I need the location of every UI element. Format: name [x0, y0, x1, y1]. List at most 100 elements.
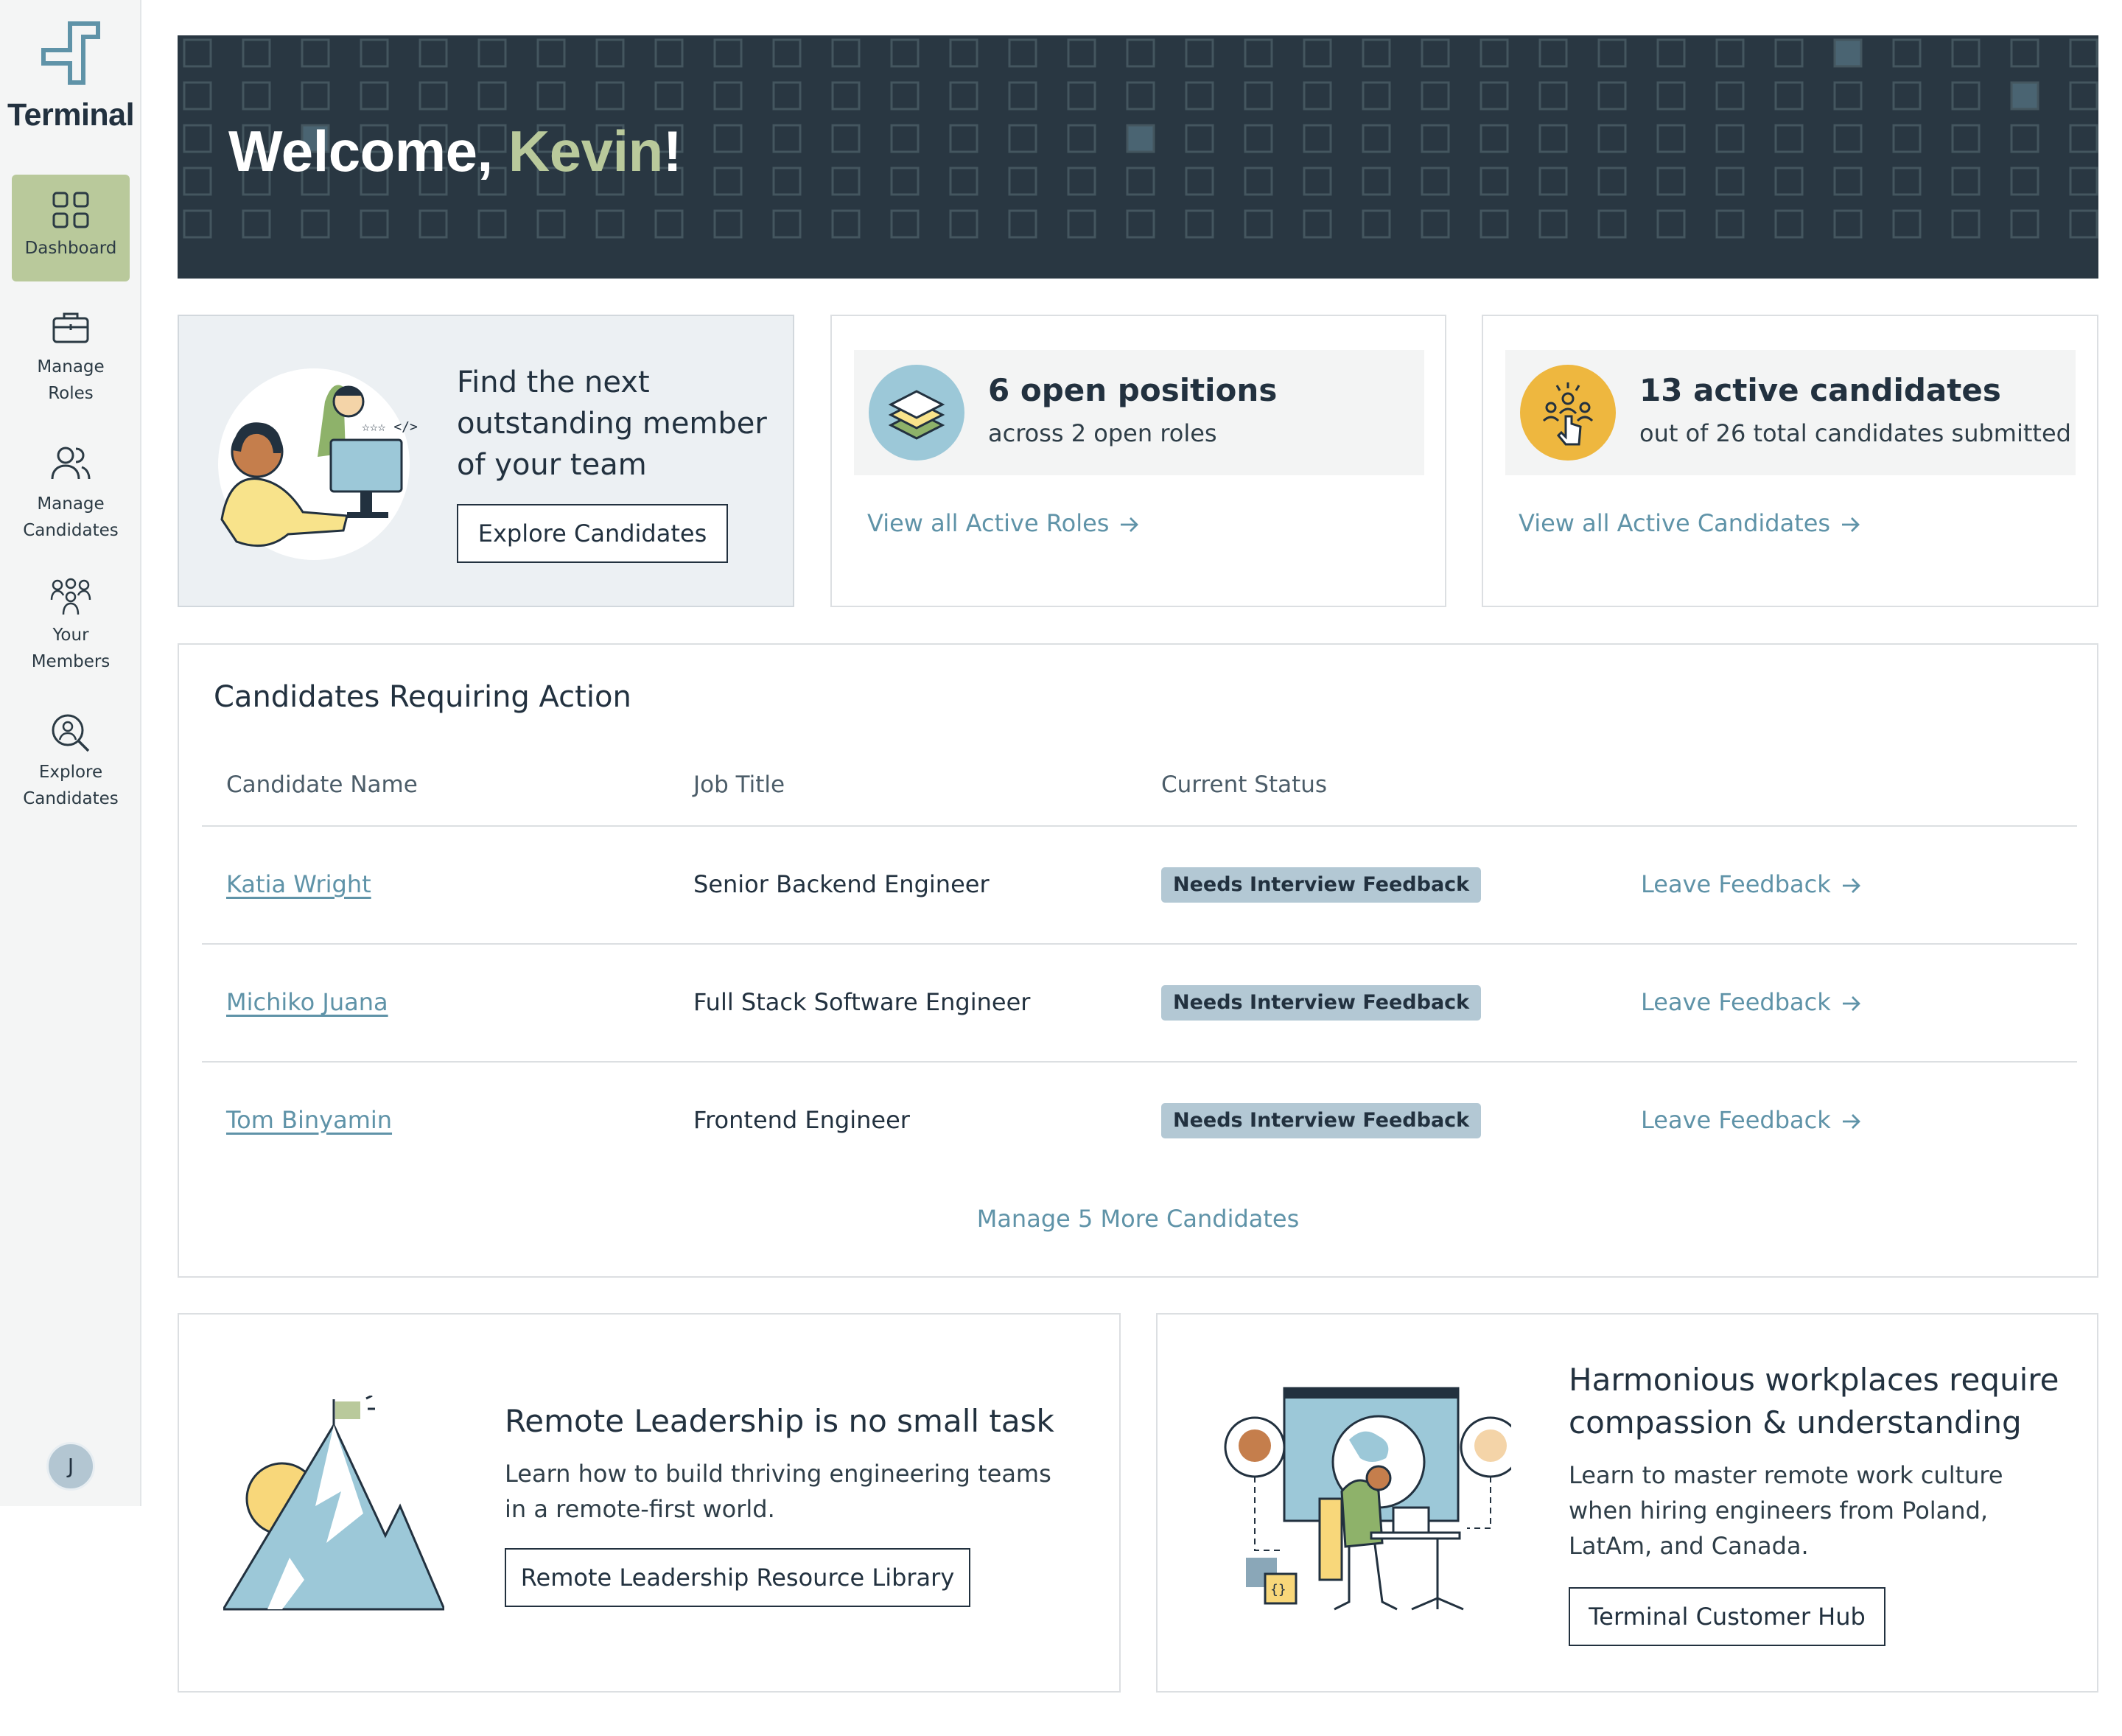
table-divider	[202, 943, 2077, 945]
leave-feedback-link[interactable]: Leave Feedback	[1641, 988, 1862, 1016]
sidebar-item-manage-candidates[interactable]: Manage Candidates	[12, 445, 130, 548]
candidate-name-link[interactable]: Tom Binyamin	[226, 1106, 392, 1134]
members-icon	[50, 578, 91, 615]
hero-pattern-square	[1067, 167, 1096, 196]
hero-pattern-square	[242, 81, 271, 111]
customer-hub-button[interactable]: Terminal Customer Hub	[1569, 1587, 1885, 1646]
hero-pattern-square	[2010, 209, 2039, 239]
hero-pattern-square	[1067, 38, 1096, 68]
users-icon	[51, 447, 91, 480]
hero-pattern-square	[772, 124, 802, 153]
hero-pattern-square	[1774, 209, 1804, 239]
hero-pattern-square	[1951, 81, 1981, 111]
status-badge: Needs Interview Feedback	[1161, 1103, 1482, 1138]
hero-pattern-square	[1892, 81, 1922, 111]
manage-more-candidates-link[interactable]: Manage 5 More Candidates	[179, 1205, 2097, 1233]
hero-pattern-square	[1008, 124, 1037, 153]
status-badge: Needs Interview Feedback	[1161, 867, 1482, 903]
hero-pattern-square	[1421, 124, 1450, 153]
hero-pattern-square	[1362, 81, 1391, 111]
hero-pattern-square	[1067, 81, 1096, 111]
hero-pattern-square	[1008, 38, 1037, 68]
welcome-greeting: Welcome,	[228, 119, 508, 183]
mountain-flag-illustration	[223, 1396, 444, 1611]
sidebar-item-label: Dashboard	[24, 239, 117, 258]
hero-pattern-square	[1833, 81, 1863, 111]
leave-feedback-link[interactable]: Leave Feedback	[1641, 1106, 1862, 1134]
hero-pattern-square	[713, 167, 743, 196]
hero-pattern-square	[1421, 209, 1450, 239]
hero-pattern-square	[1421, 167, 1450, 196]
hero-pattern-square	[1715, 209, 1745, 239]
hero-pattern-square	[477, 81, 507, 111]
hero-pattern-square	[2010, 167, 2039, 196]
sidebar-item-explore-candidates[interactable]: Explore Candidates	[12, 713, 130, 816]
logo[interactable]: Terminal	[0, 21, 141, 133]
arrow-right-icon	[1842, 1114, 1860, 1129]
hero-pattern-square	[1303, 167, 1332, 196]
hero-pattern-square	[831, 38, 861, 68]
hero-pattern-square	[242, 209, 271, 239]
hero-pattern-square	[301, 209, 330, 239]
hero-pattern-square	[1597, 38, 1627, 68]
candidate-name-link[interactable]: Michiko Juana	[226, 988, 388, 1016]
explore-candidates-button[interactable]: Explore Candidates	[457, 504, 728, 563]
hero-pattern-square	[1244, 38, 1273, 68]
hero-pattern-square	[1185, 81, 1214, 111]
hero-pattern-square	[1244, 167, 1273, 196]
hero-pattern-square	[654, 81, 684, 111]
open-positions-summary: 6 open positions across 2 open roles	[854, 350, 1424, 475]
leave-feedback-link[interactable]: Leave Feedback	[1641, 870, 1862, 898]
hero-pattern-square	[1480, 124, 1509, 153]
user-avatar[interactable]: J	[46, 1442, 95, 1491]
column-header-current-status: Current Status	[1161, 771, 1328, 798]
hero-pattern-square	[1774, 124, 1804, 153]
hero-pattern-square	[183, 209, 212, 239]
hero-pattern-square	[1480, 167, 1509, 196]
hero-pattern-square	[1480, 38, 1509, 68]
hero-pattern-square	[1421, 38, 1450, 68]
promo-heading: Find the next outstanding member of your…	[457, 365, 767, 482]
table-title: Candidates Requiring Action	[214, 680, 631, 714]
hero-pattern-square	[360, 81, 389, 111]
hero-pattern-square	[1774, 81, 1804, 111]
hero-pattern-square	[536, 38, 566, 68]
dashboard-grid-icon	[52, 192, 89, 228]
hero-pattern-square	[536, 81, 566, 111]
svg-text:☆☆☆ </>: ☆☆☆ </>	[362, 419, 418, 435]
sidebar: Terminal Dashboard Manage Roles Manage C…	[0, 0, 141, 1506]
hero-pattern-square	[772, 81, 802, 111]
resource-description: Learn to master remote work culture when…	[1569, 1461, 2003, 1560]
search-person-icon	[52, 714, 90, 752]
hero-pattern-square	[1715, 124, 1745, 153]
remote-leadership-library-button[interactable]: Remote Leadership Resource Library	[505, 1548, 970, 1607]
hero-pattern-square	[890, 167, 920, 196]
hero-pattern-square	[1656, 167, 1686, 196]
sidebar-item-your-members[interactable]: Your Members	[12, 578, 130, 681]
hero-pattern-square	[772, 38, 802, 68]
welcome-banner: Welcome, Kevin!	[178, 35, 2098, 279]
hero-pattern-square	[1008, 81, 1037, 111]
hero-pattern-square	[713, 81, 743, 111]
hero-pattern-square	[1067, 209, 1096, 239]
view-active-candidates-link[interactable]: View all Active Candidates	[1519, 509, 1861, 537]
hero-pattern-square	[360, 209, 389, 239]
candidates-requiring-action-card: Candidates Requiring Action Candidate Na…	[178, 643, 2098, 1278]
sidebar-item-dashboard[interactable]: Dashboard	[12, 175, 130, 281]
hero-pattern-square	[1303, 124, 1332, 153]
recruiting-illustration: ☆☆☆ </>	[218, 368, 418, 560]
candidate-name-link[interactable]: Katia Wright	[226, 870, 371, 898]
hero-pattern-square	[831, 81, 861, 111]
open-roles-subtitle: across 2 open roles	[988, 419, 1217, 447]
hero-pattern-square	[1597, 209, 1627, 239]
view-active-roles-link[interactable]: View all Active Roles	[867, 509, 1140, 537]
hero-pattern-square	[890, 124, 920, 153]
briefcase-icon	[52, 312, 89, 343]
app-name: Terminal	[7, 97, 135, 133]
sidebar-item-manage-roles[interactable]: Manage Roles	[12, 309, 130, 413]
hero-pattern-square	[1538, 209, 1568, 239]
leave-feedback-label: Leave Feedback	[1641, 870, 1831, 898]
hero-pattern-square	[1244, 81, 1273, 111]
hero-pattern-square	[1362, 38, 1391, 68]
hero-pattern-square	[301, 38, 330, 68]
